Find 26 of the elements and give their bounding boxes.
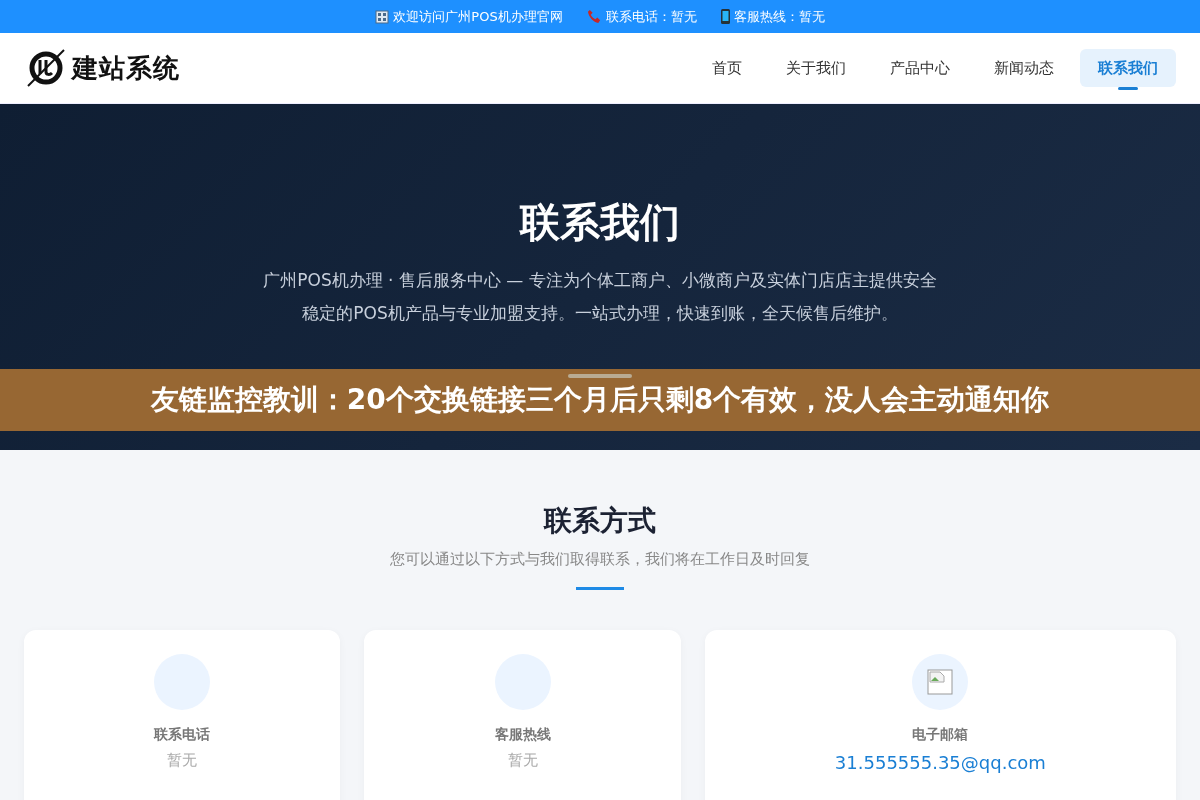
nav-link[interactable]: 关于我们: [768, 48, 864, 88]
email-link[interactable]: 31.555555.35@qq.com: [704, 748, 1176, 776]
nav-link[interactable]: 首页: [694, 48, 760, 88]
topbar-text: 客服热线：暂无: [733, 7, 825, 26]
topbar-text: 欢迎访问广州POS机办理官网: [393, 7, 563, 26]
contact-value: 暂无: [506, 749, 539, 771]
logo-text: 建站系统: [72, 51, 180, 85]
contact-value: 暂无: [166, 749, 199, 771]
contact-label: 客服热线: [493, 724, 552, 744]
contact-label: 联系电话: [152, 724, 212, 744]
title-underline: [576, 586, 624, 590]
banner-text: 友链监控教训：20个交换链接三个月后只剩8个有效，没人会主动通知你: [150, 382, 1050, 418]
section-title: 联系方式: [542, 503, 657, 539]
nav-link[interactable]: 新闻动态: [976, 48, 1072, 88]
hero-title: 联系我们: [518, 198, 681, 247]
broken-image-icon: [927, 668, 954, 695]
hero-description: 广州POS机办理 · 售后服务中心 — 专注为个体工商户、小微商户及实体门店店主提供安全稳定的POS机产品与专业加盟支持。一站式办理，快速到账，全天候售后维护。: [262, 269, 938, 325]
phone-icon: [586, 9, 602, 24]
section-subtitle: 您可以通过以下方式与我们取得联系，我们将在工作日及时回复: [389, 549, 811, 570]
nav-link[interactable]: 产品中心: [872, 48, 968, 88]
nav-link[interactable]: 联系我们: [1080, 48, 1176, 88]
mobile-icon: [720, 9, 730, 24]
building-icon: [375, 9, 390, 24]
contact-label: 电子邮箱: [911, 724, 970, 744]
drag-handle[interactable]: [568, 374, 632, 378]
topbar-text: 联系电话：暂无: [605, 7, 697, 26]
